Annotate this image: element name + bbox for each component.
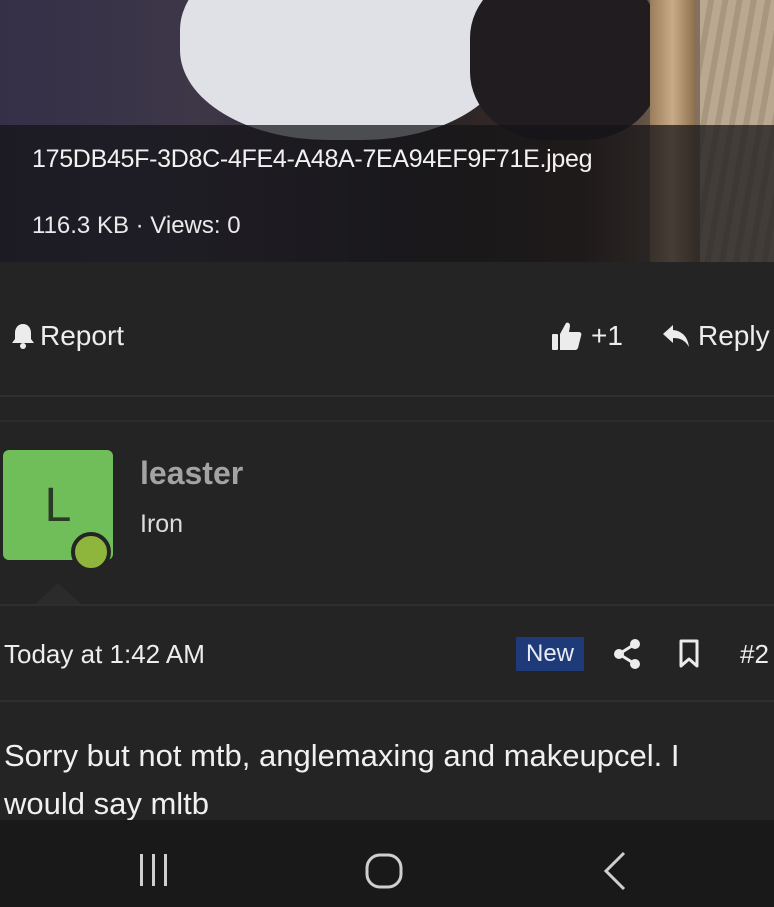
system-navigation-bar	[0, 820, 774, 907]
user-title: Iron	[140, 510, 184, 538]
post-message: Sorry but not mtb, anglemaxing and makeu…	[4, 738, 680, 821]
thumbs-up-icon	[551, 320, 583, 352]
divider	[0, 700, 774, 702]
recent-apps-icon[interactable]	[136, 850, 172, 895]
like-count: +1	[591, 320, 623, 351]
message-pointer	[34, 583, 82, 605]
online-status-dot	[71, 532, 111, 572]
attachment-meta: 116.3 KB · Views: 0	[32, 212, 241, 239]
divider	[0, 395, 774, 397]
reply-button[interactable]: Reply	[662, 320, 770, 352]
home-icon[interactable]	[364, 850, 406, 897]
post-date[interactable]: Today at 1:42 AM	[4, 639, 205, 670]
back-icon[interactable]	[600, 850, 630, 897]
report-button[interactable]: Report	[10, 320, 124, 352]
post-number[interactable]: #2	[740, 639, 769, 670]
avatar-letter: L	[44, 478, 72, 532]
bookmark-icon[interactable]	[678, 639, 700, 674]
username[interactable]: leaster	[140, 455, 243, 492]
post-meta-row: Today at 1:42 AM New #2	[0, 634, 774, 678]
bell-icon	[10, 322, 36, 350]
report-label: Report	[40, 320, 125, 351]
reply-arrow-icon	[662, 323, 690, 349]
like-button[interactable]: +1	[551, 320, 623, 352]
divider	[0, 420, 774, 422]
attachment-filename[interactable]: 175DB45F-3D8C-4FE4-A48A-7EA94EF9F71E.jpe…	[32, 145, 593, 174]
share-icon[interactable]	[612, 638, 642, 675]
post-actions-bar: Report +1 Reply	[0, 312, 774, 362]
attachment-preview[interactable]: 175DB45F-3D8C-4FE4-A48A-7EA94EF9F71E.jpe…	[0, 0, 774, 262]
reply-label: Reply	[698, 320, 770, 351]
divider	[0, 604, 774, 606]
new-badge: New	[516, 637, 584, 671]
